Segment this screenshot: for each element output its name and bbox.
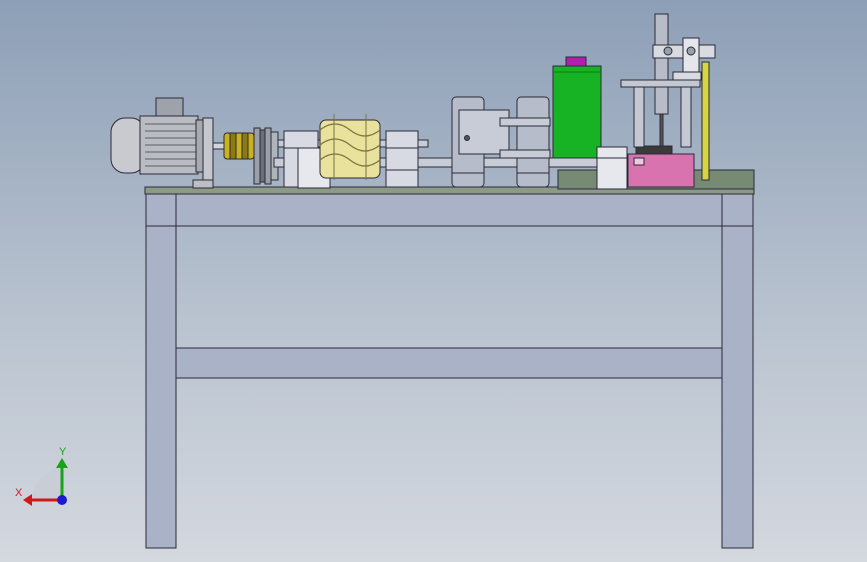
cam-drum <box>319 114 381 180</box>
table-frame <box>144 186 755 549</box>
y-axis-label: Y <box>59 446 67 458</box>
table-stretcher <box>175 347 723 379</box>
table-top-apron <box>175 192 723 227</box>
bearing-block-right <box>596 146 628 190</box>
table-leg-right <box>721 192 754 549</box>
cad-viewport[interactable]: Y X <box>0 0 867 562</box>
drive-strap <box>701 61 710 181</box>
coordinate-triad: Y X <box>15 446 68 506</box>
pulley-wheel <box>253 127 279 185</box>
vertical-stand <box>620 13 716 148</box>
slide-frame <box>451 96 551 188</box>
machine-assembly-drawing[interactable]: Y X <box>0 0 867 562</box>
pneumatic-cylinder <box>552 56 602 159</box>
electric-motor <box>110 97 226 189</box>
shaft-coupling <box>223 132 255 160</box>
table-leg-left <box>145 192 177 549</box>
z-axis-dot <box>57 495 67 505</box>
pink-block <box>627 145 695 188</box>
x-axis-label: X <box>15 487 23 499</box>
bearing-block-center <box>385 130 419 188</box>
